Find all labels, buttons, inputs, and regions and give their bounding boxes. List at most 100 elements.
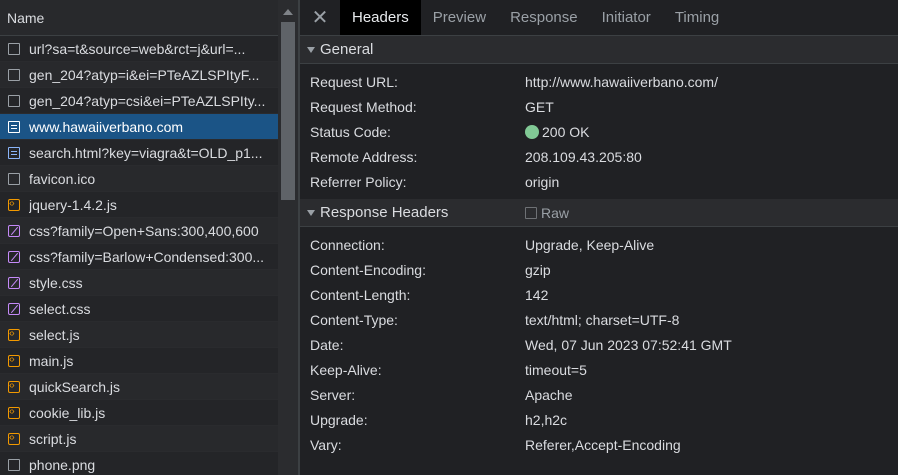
js-icon bbox=[8, 378, 20, 394]
status-ok-dot-icon bbox=[525, 124, 539, 139]
doc-icon bbox=[8, 68, 20, 81]
request-row[interactable]: gen_204?atyp=i&ei=PTeAZLSPItyF... bbox=[0, 62, 278, 88]
doc-icon bbox=[8, 42, 20, 55]
general-section-header[interactable]: General bbox=[300, 36, 898, 64]
request-row[interactable]: main.js bbox=[0, 348, 278, 374]
header-value: h2,h2c bbox=[525, 411, 568, 428]
request-name: search.html?key=viagra&t=OLD_p1... bbox=[29, 144, 263, 161]
image-icon bbox=[8, 458, 20, 471]
header-value: GET bbox=[525, 98, 554, 115]
request-row-selected[interactable]: www.hawaiiverbano.com bbox=[0, 114, 278, 140]
header-key: Keep-Alive: bbox=[310, 361, 382, 378]
request-name: cookie_lib.js bbox=[29, 404, 106, 421]
header-row: Keep-Alive: timeout=5 bbox=[300, 357, 898, 382]
request-row[interactable]: url?sa=t&source=web&rct=j&url=... bbox=[0, 36, 278, 62]
status-text: 200 OK bbox=[542, 123, 590, 140]
header-value: Upgrade, Keep-Alive bbox=[525, 236, 655, 253]
header-row: Connection: Upgrade, Keep-Alive bbox=[300, 232, 898, 257]
request-row[interactable]: search.html?key=viagra&t=OLD_p1... bbox=[0, 140, 278, 166]
request-row[interactable]: favicon.ico bbox=[0, 166, 278, 192]
expand-triangle-icon bbox=[307, 209, 315, 216]
response-headers-section-header[interactable]: Response Headers Raw bbox=[300, 199, 898, 227]
close-icon[interactable]: ✕ bbox=[300, 0, 340, 35]
tab-preview[interactable]: Preview bbox=[421, 0, 498, 35]
scrollbar-thumb[interactable] bbox=[281, 22, 295, 200]
js-icon bbox=[8, 430, 20, 446]
header-key: Content-Length: bbox=[310, 286, 411, 303]
css-icon bbox=[8, 250, 20, 263]
raw-checkbox[interactable] bbox=[525, 206, 537, 219]
header-key: Upgrade: bbox=[310, 411, 368, 428]
request-row[interactable]: select.css bbox=[0, 296, 278, 322]
header-key: Request Method: bbox=[310, 98, 417, 115]
request-name: select.css bbox=[29, 300, 91, 317]
raw-toggle[interactable]: Raw bbox=[525, 205, 569, 221]
header-row: Request URL: http://www.hawaiiverbano.com… bbox=[300, 69, 898, 94]
request-row[interactable]: select.js bbox=[0, 322, 278, 348]
request-name: css?family=Barlow+Condensed:300... bbox=[29, 248, 265, 265]
header-key: Date: bbox=[310, 336, 344, 353]
header-row: Upgrade: h2,h2c bbox=[300, 407, 898, 432]
name-column-header[interactable]: Name bbox=[0, 0, 278, 36]
request-list: url?sa=t&source=web&rct=j&url=... gen_20… bbox=[0, 36, 278, 475]
header-key: Server: bbox=[310, 386, 356, 403]
header-key: Request URL: bbox=[310, 73, 398, 90]
request-name: main.js bbox=[29, 352, 74, 369]
tab-timing[interactable]: Timing bbox=[663, 0, 731, 35]
header-value: text/html; charset=UTF-8 bbox=[525, 311, 680, 328]
css-icon bbox=[8, 224, 20, 237]
tab-response[interactable]: Response bbox=[498, 0, 590, 35]
doc-icon bbox=[8, 94, 20, 107]
header-value: 142 bbox=[525, 286, 549, 303]
section-title: Response Headers bbox=[320, 204, 449, 221]
request-row[interactable]: phone.png bbox=[0, 452, 278, 475]
header-row: Content-Encoding: gzip bbox=[300, 257, 898, 282]
request-name: url?sa=t&source=web&rct=j&url=... bbox=[29, 40, 246, 57]
request-row[interactable]: css?family=Barlow+Condensed:300... bbox=[0, 244, 278, 270]
js-icon bbox=[8, 352, 20, 368]
tab-initiator[interactable]: Initiator bbox=[590, 0, 663, 35]
expand-triangle-icon bbox=[307, 46, 315, 53]
header-key: Referrer Policy: bbox=[310, 173, 407, 190]
request-row[interactable]: quickSearch.js bbox=[0, 374, 278, 400]
request-list-pane: Name url?sa=t&source=web&rct=j&url=... g… bbox=[0, 0, 278, 475]
doc-icon bbox=[8, 172, 20, 185]
header-key: Content-Type: bbox=[310, 311, 398, 328]
css-icon bbox=[8, 302, 20, 315]
header-value: timeout=5 bbox=[525, 361, 587, 378]
header-key: Status Code: bbox=[310, 123, 391, 140]
request-row[interactable]: style.css bbox=[0, 270, 278, 296]
header-key: Connection: bbox=[310, 236, 385, 253]
request-row[interactable]: script.js bbox=[0, 426, 278, 452]
request-list-scrollbar[interactable] bbox=[278, 0, 298, 475]
request-name: phone.png bbox=[29, 456, 96, 473]
request-row[interactable]: cookie_lib.js bbox=[0, 400, 278, 426]
request-name: script.js bbox=[29, 430, 77, 447]
request-name: style.css bbox=[29, 274, 83, 291]
css-icon bbox=[8, 276, 20, 289]
header-row: Status Code: 200 OK bbox=[300, 119, 898, 144]
request-name: favicon.ico bbox=[29, 170, 96, 187]
request-row[interactable]: gen_204?atyp=csi&ei=PTeAZLSPIty... bbox=[0, 88, 278, 114]
header-value: Referer,Accept-Encoding bbox=[525, 436, 681, 453]
header-key: Content-Encoding: bbox=[310, 261, 426, 278]
request-name: quickSearch.js bbox=[29, 378, 121, 395]
html-icon bbox=[8, 146, 20, 159]
request-name: select.js bbox=[29, 326, 80, 343]
scroll-up-arrow-icon[interactable] bbox=[283, 9, 293, 15]
header-row: Request Method: GET bbox=[300, 94, 898, 119]
header-row: Server: Apache bbox=[300, 382, 898, 407]
tab-headers[interactable]: Headers bbox=[340, 0, 421, 35]
js-icon bbox=[8, 326, 20, 342]
request-name: gen_204?atyp=i&ei=PTeAZLSPItyF... bbox=[29, 66, 260, 83]
status-value: 200 OK bbox=[525, 124, 589, 140]
request-row[interactable]: css?family=Open+Sans:300,400,600 bbox=[0, 218, 278, 244]
request-name: jquery-1.4.2.js bbox=[29, 196, 117, 213]
header-key: Remote Address: bbox=[310, 148, 418, 165]
request-row[interactable]: jquery-1.4.2.js bbox=[0, 192, 278, 218]
header-row: Date: Wed, 07 Jun 2023 07:52:41 GMT bbox=[300, 332, 898, 357]
header-row: Vary: Referer,Accept-Encoding bbox=[300, 432, 898, 457]
request-name: css?family=Open+Sans:300,400,600 bbox=[29, 222, 259, 239]
js-icon bbox=[8, 404, 20, 420]
js-icon bbox=[8, 196, 20, 212]
